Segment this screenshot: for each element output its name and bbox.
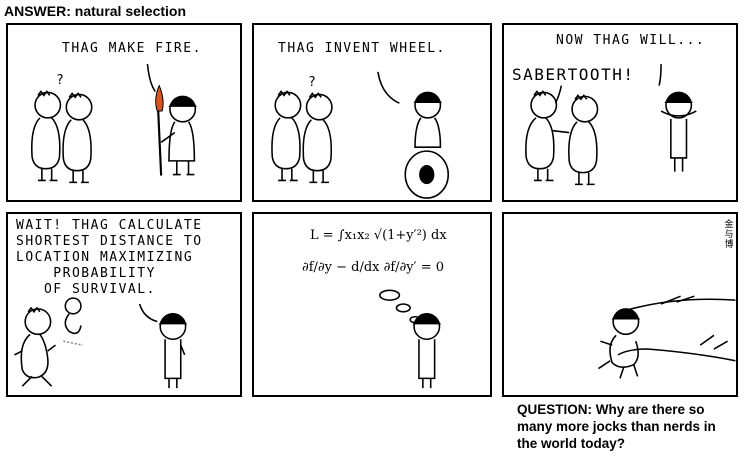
answer-label: ANSWER: natural selection xyxy=(4,3,187,19)
panel-make-fire-caption: THAG MAKE FIRE. xyxy=(62,41,202,56)
panel-caught-art xyxy=(598,295,736,379)
panel-calculate: WAIT! THAG CALCULATE SHORTEST DISTANCE T… xyxy=(6,212,242,397)
panel-sabertooth-caption-2: SABERTOOTH! xyxy=(512,65,635,84)
panel-sabertooth-art xyxy=(525,64,697,186)
panel-caught-signature: 金与博 xyxy=(724,220,734,250)
panel-equation-euler-lagrange-1: L = ∫x₁x₂ √(1+y′²) dx xyxy=(310,228,447,243)
panel-equation-euler-lagrange-2: ∂f/∂y − d/dx ∂f/∂y′ = 0 xyxy=(302,260,444,275)
panel-make-fire: THAG MAKE FIRE. ? xyxy=(6,23,242,202)
panel-make-fire-question-mark: ? xyxy=(56,73,66,88)
panel-equation: L = ∫x₁x₂ √(1+y′²) dx ∂f/∂y − d/dx ∂f/∂y… xyxy=(252,212,492,397)
panel-caught: 金与博 xyxy=(502,212,738,397)
panel-calculate-caption: WAIT! THAG CALCULATE SHORTEST DISTANCE T… xyxy=(16,218,203,297)
panel-invent-wheel-question-mark: ? xyxy=(308,75,318,90)
panel-sabertooth: NOW THAG WILL... SABERTOOTH! xyxy=(502,23,738,202)
question-label: QUESTION: Why are there so many more joc… xyxy=(517,402,716,451)
panel-invent-wheel: THAG INVENT WHEEL. ? xyxy=(252,23,492,202)
panel-sabertooth-caption-1: NOW THAG WILL... xyxy=(556,33,706,48)
panel-invent-wheel-caption: THAG INVENT WHEEL. xyxy=(278,41,446,56)
